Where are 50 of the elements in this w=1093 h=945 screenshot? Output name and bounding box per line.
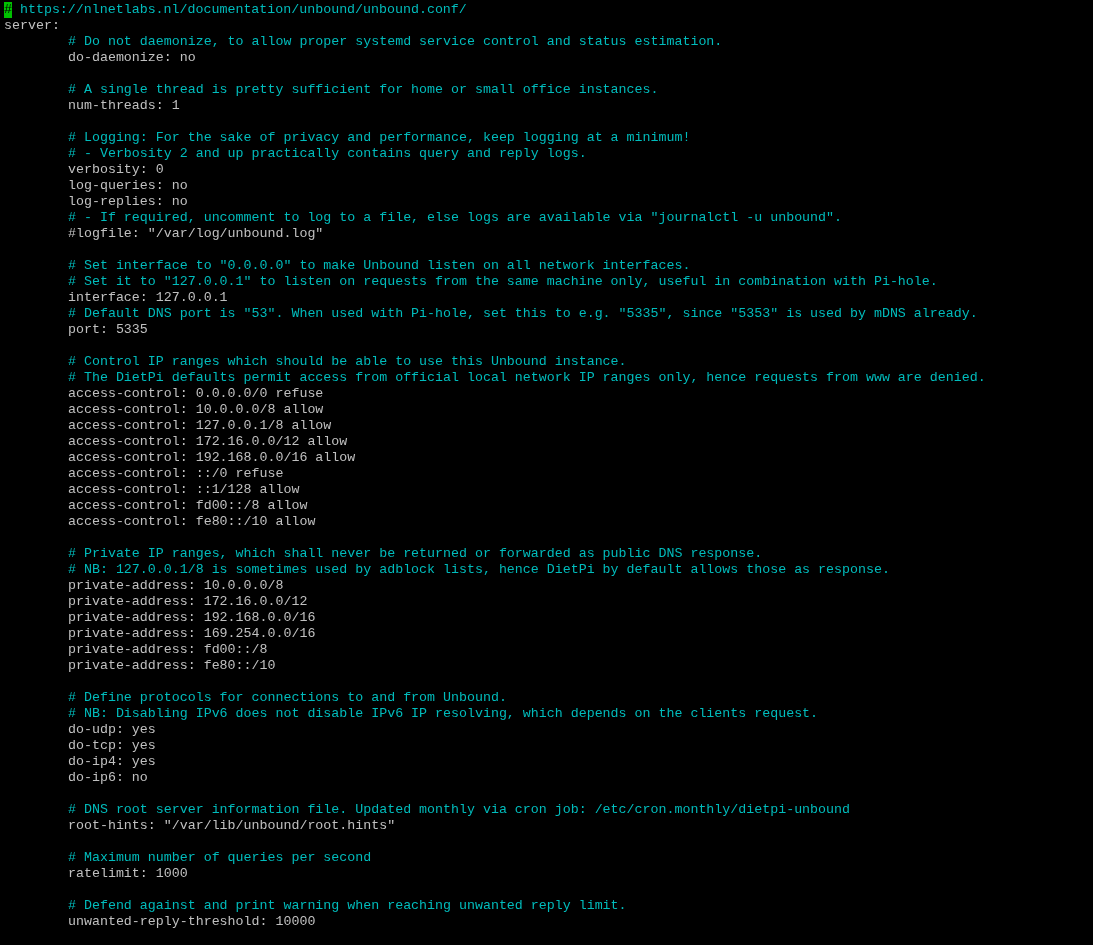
config-line: private-address: 192.168.0.0/16: [68, 610, 316, 626]
config-line: port: 5335: [68, 322, 148, 338]
comment-line: # Control IP ranges which should be able to use this Unbound instance.: [68, 354, 627, 370]
comment-line: # Defend against and print warning when reaching unwanted reply limit.: [68, 898, 627, 914]
comment-line: # Private IP ranges, which shall never be returned or forwarded as public DNS response.: [68, 546, 763, 562]
comment-line: # Define protocols for connections to and from Unbound.: [68, 690, 507, 706]
config-line: server:: [4, 18, 60, 34]
config-line: interface: 127.0.0.1: [68, 290, 228, 306]
config-line: access-control: fd00::/8 allow: [68, 498, 308, 514]
config-line: access-control: 10.0.0.0/8 allow: [68, 402, 324, 418]
comment-line: # DNS root server information file. Updated monthly via cron job: /etc/cron.monthly/dietpi-unbound: [68, 802, 850, 818]
config-line: log-queries: no: [68, 178, 188, 194]
config-line: num-threads: 1: [68, 98, 180, 114]
config-line: do-ip4: yes: [68, 754, 156, 770]
comment-line: # - If required, uncomment to log to a file, else logs are available via "journalctl -u unbound".: [68, 210, 842, 226]
config-line: access-control: 0.0.0.0/0 refuse: [68, 386, 324, 402]
config-line: private-address: fd00::/8: [68, 642, 268, 658]
config-line: private-address: fe80::/10: [68, 658, 276, 674]
config-line: ratelimit: 1000: [68, 866, 188, 882]
comment-line: # - Verbosity 2 and up practically contains query and reply logs.: [68, 146, 587, 162]
config-line: unwanted-reply-threshold: 10000: [68, 914, 316, 930]
comment-line: # NB: Disabling IPv6 does not disable IPv6 IP resolving, which depends on the clients request.: [68, 706, 819, 722]
config-line: do-daemonize: no: [68, 50, 196, 66]
comment-line: # Set it to "127.0.0.1" to listen on requests from the same machine only, useful in combination with Pi-hole.: [68, 274, 938, 290]
comment-line: # Logging: For the sake of privacy and performance, keep logging at a minimum!: [68, 130, 691, 146]
comment-line: # Set interface to "0.0.0.0" to make Unbound listen on all network interfaces.: [68, 258, 691, 274]
text-cursor: #: [4, 2, 12, 18]
comment-line: # The DietPi defaults permit access from official local network IP ranges only, hence requests from www are denied.: [68, 370, 986, 386]
config-line: verbosity: 0: [68, 162, 164, 178]
config-line: do-ip6: no: [68, 770, 148, 786]
comment-line: # NB: 127.0.0.1/8 is sometimes used by adblock lists, hence DietPi by default allows those as response.: [68, 562, 890, 578]
config-line: access-control: 172.16.0.0/12 allow: [68, 434, 348, 450]
config-line: access-control: fe80::/10 allow: [68, 514, 316, 530]
config-line: do-udp: yes: [68, 722, 156, 738]
config-line: log-replies: no: [68, 194, 188, 210]
comment-line: # A single thread is pretty sufficient for home or small office instances.: [68, 82, 659, 98]
config-line: access-control: 127.0.0.1/8 allow: [68, 418, 332, 434]
config-line: access-control: 192.168.0.0/16 allow: [68, 450, 356, 466]
comment-line: # Default DNS port is "53". When used with Pi-hole, set this to e.g. "5335", since "5353" is used by mDNS already.: [68, 306, 978, 322]
comment-line: https://nlnetlabs.nl/documentation/unbound/unbound.conf/: [18, 2, 467, 18]
comment-line: # Maximum number of queries per second: [68, 850, 372, 866]
config-line: do-tcp: yes: [68, 738, 156, 754]
config-line: private-address: 172.16.0.0/12: [68, 594, 308, 610]
config-line: access-control: ::/0 refuse: [68, 466, 284, 482]
config-line: private-address: 169.254.0.0/16: [68, 626, 316, 642]
config-line: root-hints: "/var/lib/unbound/root.hints": [68, 818, 396, 834]
config-line: #logfile: "/var/log/unbound.log": [68, 226, 324, 242]
comment-line: # Do not daemonize, to allow proper systemd service control and status estimation.: [68, 34, 723, 50]
config-line: private-address: 10.0.0.0/8: [68, 578, 284, 594]
config-line: access-control: ::1/128 allow: [68, 482, 300, 498]
